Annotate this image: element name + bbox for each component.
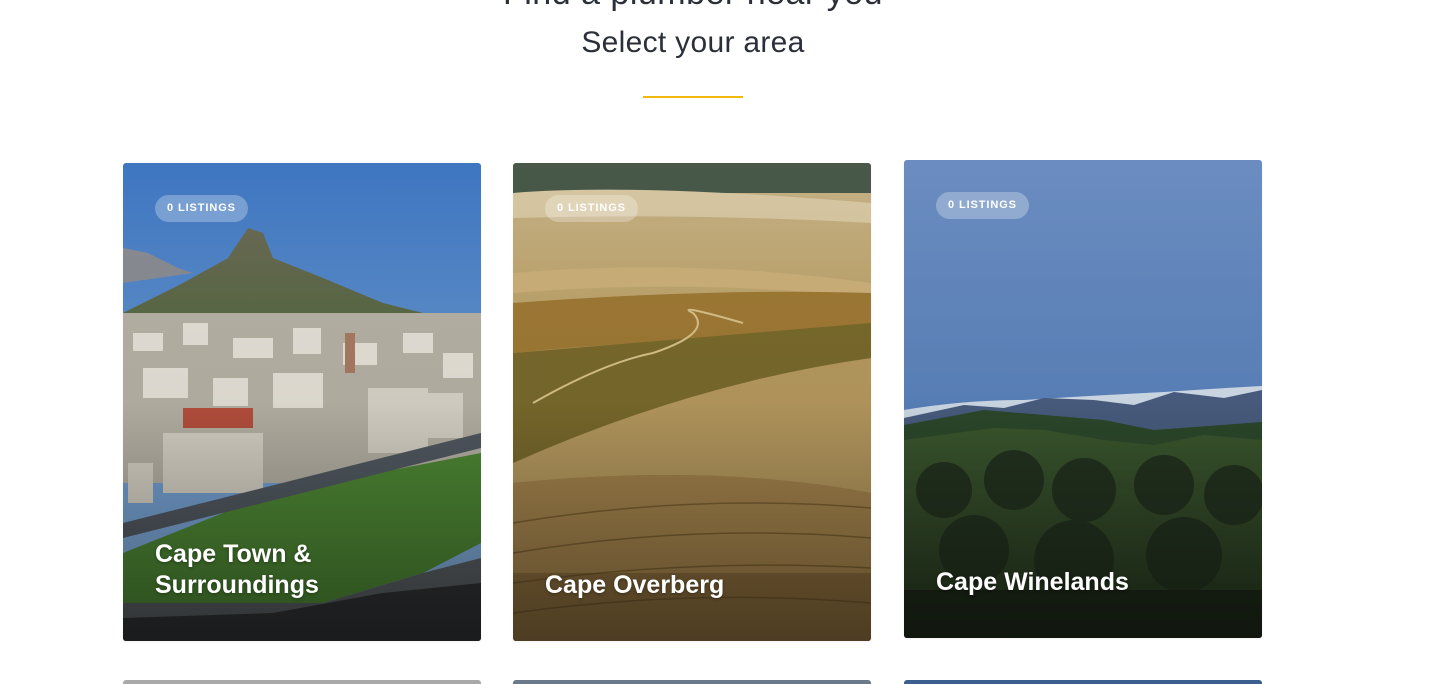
listings-badge: 0 LISTINGS bbox=[936, 192, 1029, 219]
area-card-peek[interactable] bbox=[904, 680, 1262, 684]
area-card-cape-overberg[interactable]: 0 LISTINGS Cape Overberg bbox=[513, 163, 871, 641]
page-title: Find a plumber near you bbox=[0, 0, 1386, 13]
area-title: Cape Overberg bbox=[545, 571, 725, 599]
listings-badge: 0 LISTINGS bbox=[545, 195, 638, 222]
area-card-cape-winelands[interactable]: 0 LISTINGS Cape Winelands bbox=[904, 160, 1262, 638]
listings-badge: 0 LISTINGS bbox=[155, 195, 248, 222]
page: Find a plumber near you Select your area bbox=[0, 0, 1453, 684]
area-card-peek[interactable] bbox=[123, 680, 481, 684]
page-subtitle: Select your area bbox=[581, 26, 805, 59]
area-title: Cape Winelands bbox=[936, 568, 1129, 596]
area-card-cape-town[interactable]: 0 LISTINGS Cape Town & Surroundings bbox=[123, 163, 481, 641]
area-title: Cape Town & Surroundings bbox=[155, 540, 319, 599]
heading-divider bbox=[643, 96, 743, 98]
area-card-peek[interactable] bbox=[513, 680, 871, 684]
